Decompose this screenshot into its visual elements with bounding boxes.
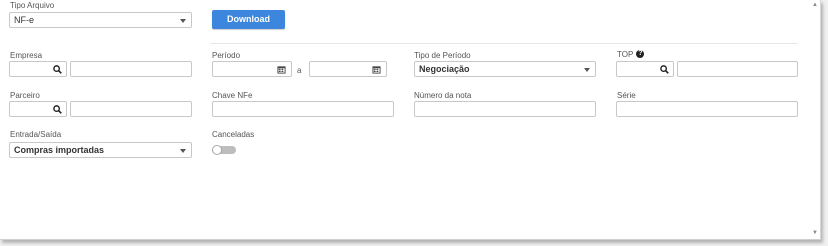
- periodo-separator: a: [297, 66, 302, 75]
- entrada-saida-select[interactable]: Compras importadas: [9, 142, 192, 158]
- top-name-field[interactable]: [677, 61, 798, 79]
- parceiro-name-input[interactable]: [71, 105, 191, 119]
- numero-nota-label: Número da nota: [414, 91, 472, 100]
- tipo-arquivo-label: Tipo Arquivo: [10, 1, 55, 10]
- parceiro-code-field[interactable]: [9, 101, 67, 119]
- scroll-down-icon[interactable]: ▼: [812, 230, 818, 236]
- serie-input[interactable]: [617, 105, 797, 119]
- parceiro-name-field[interactable]: [70, 101, 192, 119]
- tipo-periodo-select[interactable]: Negociação: [414, 61, 596, 77]
- search-icon[interactable]: [53, 65, 62, 74]
- canceladas-label: Canceladas: [212, 130, 255, 139]
- periodo-end-field[interactable]: [309, 61, 387, 79]
- top-name-input[interactable]: [678, 65, 797, 79]
- search-icon[interactable]: [660, 65, 669, 74]
- tipo-arquivo-value: NF-e: [14, 15, 34, 25]
- top-label: TOP ?: [617, 50, 645, 60]
- tipo-periodo-value: Negociação: [419, 64, 470, 74]
- serie-field[interactable]: [616, 101, 798, 119]
- tipo-arquivo-select[interactable]: NF-e: [9, 12, 192, 28]
- entrada-saida-value: Compras importadas: [14, 145, 105, 155]
- serie-label: Série: [617, 91, 636, 100]
- top-code-field[interactable]: [616, 61, 674, 79]
- question-circle-icon[interactable]: ?: [636, 50, 645, 58]
- empresa-label: Empresa: [10, 51, 43, 60]
- chave-nfe-input[interactable]: [213, 105, 393, 119]
- empresa-name-input[interactable]: [71, 65, 191, 79]
- numero-nota-field[interactable]: [414, 101, 596, 119]
- vertical-scrollbar[interactable]: ▲ ▼: [810, 0, 820, 239]
- periodo-start-field[interactable]: [212, 61, 292, 79]
- scroll-up-icon[interactable]: ▲: [812, 2, 818, 8]
- entrada-saida-label: Entrada/Saída: [10, 130, 62, 139]
- tipo-periodo-label: Tipo de Período: [414, 51, 471, 60]
- top-label-text: TOP: [617, 50, 634, 59]
- calendar-icon[interactable]: [372, 65, 381, 74]
- search-icon[interactable]: [53, 105, 62, 114]
- numero-nota-input[interactable]: [415, 105, 595, 119]
- chevron-down-icon: [180, 19, 186, 23]
- chevron-down-icon: [584, 68, 590, 72]
- chevron-down-icon: [180, 149, 186, 153]
- calendar-icon[interactable]: [277, 65, 286, 74]
- filter-panel: Tipo Arquivo NF-e Download Empresa Perío…: [0, 0, 821, 240]
- empresa-name-field[interactable]: [70, 61, 192, 79]
- chave-nfe-label: Chave NFe: [212, 91, 253, 100]
- periodo-label: Período: [212, 51, 241, 60]
- chave-nfe-field[interactable]: [212, 101, 394, 119]
- empresa-code-field[interactable]: [9, 61, 67, 79]
- toggle-knob: [212, 145, 222, 155]
- canceladas-toggle[interactable]: [212, 145, 236, 155]
- download-button[interactable]: Download: [212, 10, 285, 29]
- divider: [210, 43, 798, 44]
- parceiro-label: Parceiro: [10, 91, 40, 100]
